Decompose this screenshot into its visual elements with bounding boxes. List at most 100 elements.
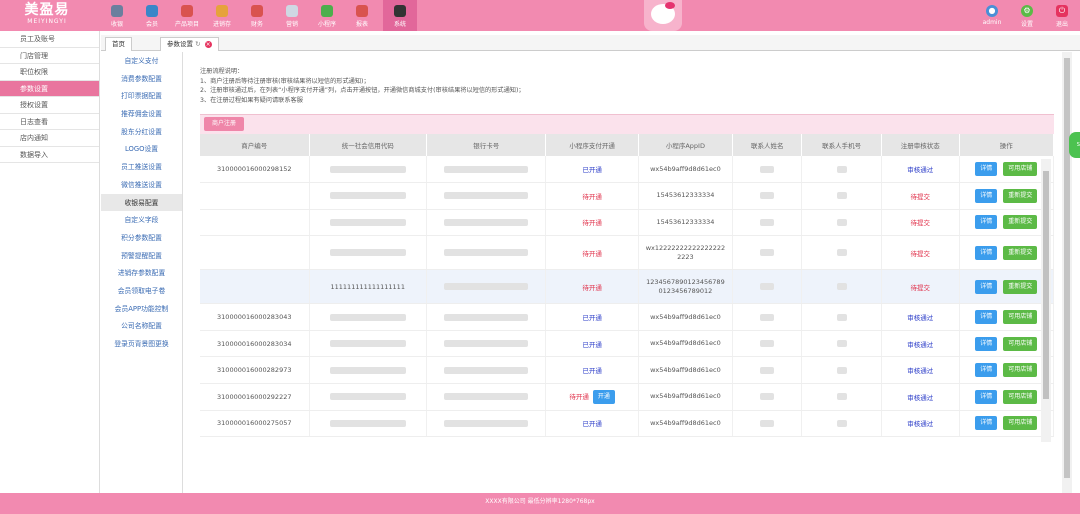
tab-params[interactable]: 参数设置 ↻ × [160,37,219,51]
stores-button[interactable]: 可用店铺 [1003,363,1038,378]
stores-button[interactable]: 可用店铺 [1003,162,1038,177]
nav-product[interactable]: 产品项目 [170,0,204,31]
detail-button[interactable]: 详情 [975,279,998,294]
detail-button[interactable]: 详情 [975,336,998,351]
submenu-item[interactable]: LOGO设置 [101,140,182,158]
refresh-icon[interactable]: ↻ [195,40,200,48]
submenu-item[interactable]: 预警提醒配置 [101,247,182,265]
stores-button[interactable]: 可用店铺 [1003,389,1038,404]
appid: wx54b9aff9d8d61ec0 [650,164,721,173]
open-button[interactable]: 开通 [592,389,615,404]
blurred-value [329,393,406,401]
member-icon [146,5,158,17]
detail-button[interactable]: 详情 [975,162,998,177]
nav-marketing[interactable]: 营销 [275,0,309,31]
pay-status-cell: 已开通 [545,156,639,184]
notes-line-3: 3、在注册过程如果有疑问请联系客服 [200,96,303,104]
nav-finance[interactable]: 财务 [240,0,274,31]
sidebar-item[interactable]: 职位权限 [0,64,99,81]
submenu-item[interactable]: 登录页背景图更换 [101,335,182,353]
detail-button[interactable]: 详情 [975,363,998,378]
sidebar-item[interactable]: 数据导入 [0,147,99,163]
nav-report[interactable]: 报表 [345,0,379,31]
submenu-item[interactable]: 股东分红设置 [101,123,182,141]
pay-status: 待开通 [582,283,602,292]
submenu-item[interactable]: 公司名称配置 [101,317,182,335]
resubmit-button[interactable]: 重新提交 [1003,279,1038,294]
detail-button[interactable]: 详情 [975,215,998,230]
register-button[interactable]: 商户注册 [204,117,245,131]
service-badge[interactable]: Se [1069,132,1080,158]
submenu-item[interactable]: 进销存参数配置 [101,264,182,282]
audit-status-cell: 审核通过 [881,356,960,385]
resubmit-button[interactable]: 重新提交 [1003,188,1038,203]
pay-status: 待开通 [582,249,602,258]
nav-cashier[interactable]: 收银 [100,0,134,31]
submenu-item[interactable]: 自定义支付 [101,52,182,70]
detail-button[interactable]: 详情 [975,245,998,260]
sidebar-item[interactable]: 员工及账号 [0,31,99,48]
submenu: 自定义支付 消费参数配置 打印票据配置 推荐佣金设置 股东分红设置 LOGO设置 员工推送设… [101,52,183,493]
contact-name-cell [732,182,803,210]
column-header: 小程序支付开通 [545,134,639,156]
nav-system[interactable]: 系统 [383,0,417,31]
audit-status-cell: 待提交 [881,209,960,237]
table-row: 310000016000275057 已开通 wx54b9aff9d8d61ec0 审… [200,410,1055,438]
resubmit-button[interactable]: 重新提交 [1003,215,1038,230]
logout-button[interactable]: ⏻ 退出 [1047,0,1077,31]
sidebar-item[interactable]: 门店管理 [0,48,99,64]
submenu-item[interactable]: 消费参数配置 [101,70,182,88]
nav-miniapp[interactable]: 小程序 [310,0,344,31]
user-menu[interactable]: ● admin [977,0,1007,31]
tab-home[interactable]: 首页 [105,37,132,51]
submenu-item[interactable]: 微信推送设置 [101,176,182,194]
cashier-icon [111,5,123,17]
submenu-item[interactable]: 员工推送设置 [101,158,182,176]
audit-status: 待提交 [910,283,931,292]
submenu-item[interactable]: 积分参数配置 [101,229,182,247]
submenu-item[interactable]: 自定义字段 [101,211,182,229]
sidebar-item[interactable]: 日志查看 [0,114,99,130]
blurred-value [836,366,847,374]
system-icon [394,5,406,17]
submenu-item[interactable]: 会员领取电子卷 [101,282,182,300]
detail-button[interactable]: 详情 [975,416,998,431]
audit-status: 审核通过 [907,367,934,376]
submenu-item[interactable]: 推荐佣金设置 [101,105,182,123]
close-icon[interactable]: × [204,41,212,48]
detail-button[interactable]: 详情 [975,310,998,325]
audit-status: 审核通过 [907,166,934,175]
stores-button[interactable]: 可用店铺 [1003,310,1038,325]
sidebar-item[interactable]: 店内通知 [0,130,99,147]
detail-button[interactable]: 详情 [975,389,998,404]
settings-button[interactable]: ⚙ 设置 [1012,0,1042,31]
sidebar-item[interactable]: 参数设置 [0,80,99,97]
contact-name-cell [732,209,803,237]
submenu-item[interactable]: 收银易配置 [101,193,182,212]
submenu-item[interactable]: 打印票据配置 [101,87,182,105]
blurred-value [760,419,775,427]
column-header: 注册审核状态 [881,134,960,156]
contact-name-cell [732,356,803,385]
resubmit-button[interactable]: 重新提交 [1003,245,1038,260]
bank-card-cell [426,383,547,411]
credit-code-cell [309,156,427,184]
detail-button[interactable]: 详情 [975,188,998,203]
nav-inventory[interactable]: 进销存 [205,0,239,31]
logout-label: 退出 [1055,21,1068,28]
nav-member[interactable]: 会员 [135,0,169,31]
page-scrollbar[interactable] [1062,52,1072,493]
appid: wx54b9aff9d8d61ec0 [650,418,721,427]
stores-button[interactable]: 可用店铺 [1003,336,1038,351]
merchant-table: 商户编号 统一社会信用代码 银行卡号 小程序支付开通 小程序AppID 联系人姓名 联系人手… [200,134,1055,438]
blurred-value [329,313,406,321]
credit-code-cell [309,303,427,331]
mascot-image [644,0,682,31]
stores-button[interactable]: 可用店铺 [1003,416,1038,431]
sidebar-item[interactable]: 授权设置 [0,97,99,114]
actions-cell: 详情 重新提交 [959,269,1055,305]
table-scrollbar[interactable] [1041,159,1051,442]
table-row: 310000016000283043 已开通 wx54b9aff9d8d61ec0 审… [200,303,1055,331]
submenu-item[interactable]: 会员APP功能控制 [101,300,182,318]
appid: wx122222222222222222223 [645,243,726,261]
